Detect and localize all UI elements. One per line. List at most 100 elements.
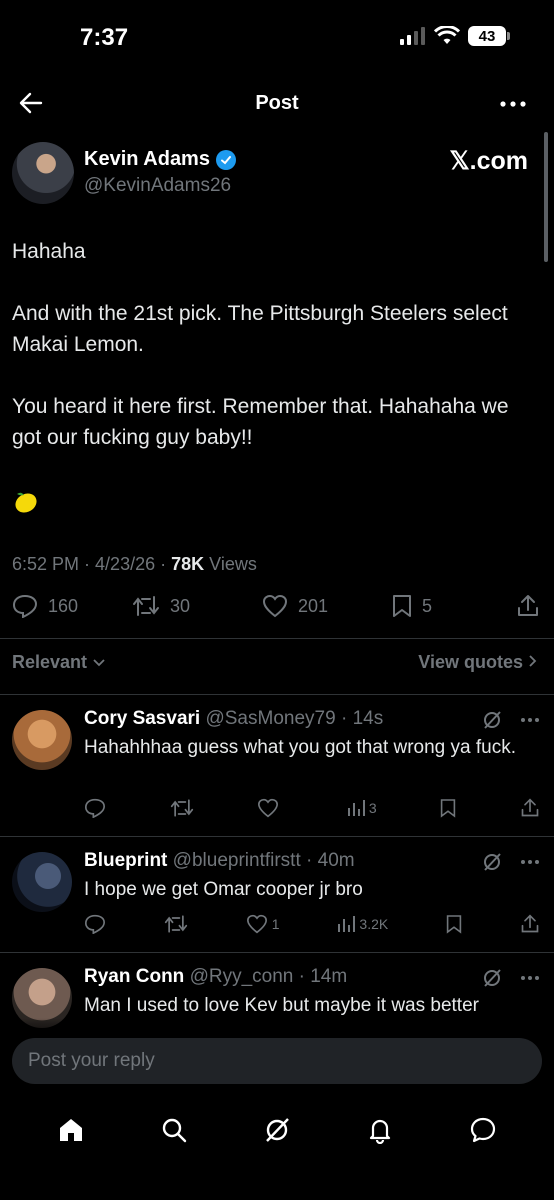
reply-actions: 1 3.2K	[84, 914, 540, 934]
reply-author-name: Cory Sasvari	[84, 708, 201, 729]
post-paragraph: And with the 21st pick. The Pittsburgh S…	[12, 302, 508, 356]
battery-indicator: 43	[468, 26, 510, 46]
post-paragraph: You heard it here first. Remember that. …	[12, 395, 509, 449]
author-handle[interactable]: @KevinAdams26	[84, 175, 231, 197]
reply-icon[interactable]	[84, 914, 106, 934]
author-avatar[interactable]	[12, 142, 74, 204]
post-actions: 160 30 201 5	[12, 594, 542, 618]
views-label: Views	[209, 554, 257, 574]
reply-text: Hahahhhaa guess what you got that wrong …	[84, 737, 516, 758]
heart-icon	[246, 914, 267, 934]
views-count: 78K	[171, 554, 205, 574]
sort-dropdown[interactable]: Relevant	[12, 652, 106, 673]
more-icon[interactable]	[520, 975, 540, 981]
share-icon[interactable]	[520, 798, 540, 818]
repost-count: 30	[170, 595, 191, 616]
reply-actions: 3	[84, 798, 540, 818]
bookmark-icon[interactable]	[446, 914, 462, 934]
verified-badge-icon	[215, 149, 236, 170]
page-title: Post	[255, 92, 299, 114]
post-paragraph: Hahaha	[12, 240, 86, 263]
messages-icon[interactable]	[469, 1116, 497, 1144]
source-label: 𝕏.com	[449, 147, 529, 175]
reply-icon[interactable]	[84, 798, 106, 818]
bookmark-icon[interactable]	[440, 798, 456, 818]
view-quotes-link[interactable]: View quotes	[418, 652, 538, 673]
reply-author-name: Blueprint	[84, 850, 168, 871]
bookmark-icon	[393, 595, 411, 617]
share-icon	[518, 595, 538, 616]
status-icons: 43	[400, 26, 510, 46]
scrollbar[interactable]	[544, 132, 548, 262]
divider	[0, 952, 554, 953]
grok-icon[interactable]	[482, 710, 502, 730]
chevron-right-icon	[529, 655, 537, 667]
more-icon[interactable]	[520, 859, 540, 865]
reply-icons	[482, 968, 540, 988]
reply-text: Man I used to love Kev but maybe it was …	[84, 995, 479, 1016]
bookmark-button[interactable]: 5	[392, 594, 516, 618]
more-icon[interactable]	[520, 717, 540, 723]
share-icon[interactable]	[520, 914, 540, 934]
notifications-icon[interactable]	[366, 1116, 394, 1144]
reply-header[interactable]: Blueprint @blueprintfirstt · 40m	[84, 850, 355, 872]
reply-icons	[482, 852, 540, 872]
grok-icon[interactable]	[482, 852, 502, 872]
reply-avatar[interactable]	[12, 852, 72, 912]
author-name-row[interactable]: Kevin Adams	[84, 148, 236, 171]
wifi-icon	[434, 26, 460, 44]
reply-icons	[482, 710, 540, 730]
author-name[interactable]: Kevin Adams	[84, 148, 210, 171]
like-count: 1	[271, 916, 280, 932]
reply-count: 160	[48, 595, 79, 616]
post-date: 4/23/26	[95, 554, 156, 574]
divider	[0, 694, 554, 695]
grok-icon[interactable]	[263, 1116, 291, 1144]
views-button[interactable]: 3.2K	[337, 915, 388, 933]
signal-icon	[400, 27, 425, 45]
divider	[0, 638, 554, 639]
home-icon[interactable]	[57, 1116, 85, 1144]
reply-time: 14m	[310, 966, 348, 987]
sort-label: Relevant	[12, 652, 88, 672]
chevron-down-icon	[93, 659, 105, 667]
like-count: 201	[298, 595, 329, 616]
post-text: Hahaha And with the 21st pick. The Pitts…	[12, 236, 532, 484]
reply-author-handle: @SasMoney79	[205, 708, 336, 729]
reply-input[interactable]: Post your reply	[12, 1038, 542, 1084]
search-icon[interactable]	[160, 1116, 188, 1144]
like-button[interactable]: 1	[246, 914, 280, 934]
lemon-emoji	[12, 488, 40, 516]
share-button[interactable]	[516, 594, 540, 618]
reply-icon	[12, 594, 38, 618]
like-button[interactable]	[257, 798, 283, 818]
reply-button[interactable]: 160	[12, 594, 132, 618]
reply-avatar[interactable]	[12, 710, 72, 770]
repost-icon[interactable]	[170, 798, 194, 818]
grok-icon[interactable]	[482, 968, 502, 988]
repost-icon[interactable]	[164, 914, 188, 934]
views-count: 3	[368, 800, 377, 816]
bottom-tab-bar	[0, 1100, 554, 1160]
post-meta: 6:52 PM · 4/23/26 · 78K Views	[12, 554, 257, 574]
views-icon	[347, 800, 365, 816]
more-icon[interactable]	[500, 100, 526, 108]
reply-author-handle: @blueprintfirstt	[172, 850, 301, 871]
heart-icon	[262, 594, 288, 618]
repost-icon	[133, 596, 159, 616]
repost-button[interactable]: 30	[132, 595, 262, 617]
like-button[interactable]: 201	[262, 594, 392, 618]
views-button[interactable]: 3	[347, 799, 377, 817]
views-icon	[338, 916, 356, 932]
reply-time: 40m	[317, 850, 355, 871]
reply-time: 14s	[352, 708, 384, 729]
heart-icon	[258, 798, 279, 818]
reply-author-handle: @Ryy_conn	[189, 966, 294, 987]
reply-author-name: Ryan Conn	[84, 966, 185, 987]
status-time: 7:37	[80, 24, 129, 51]
view-quotes-label: View quotes	[418, 652, 523, 672]
bookmark-count: 5	[422, 595, 433, 616]
views-count: 3.2K	[359, 916, 389, 932]
reply-header[interactable]: Ryan Conn @Ryy_conn · 14m	[84, 966, 347, 988]
reply-header[interactable]: Cory Sasvari @SasMoney79 · 14s	[84, 708, 383, 730]
